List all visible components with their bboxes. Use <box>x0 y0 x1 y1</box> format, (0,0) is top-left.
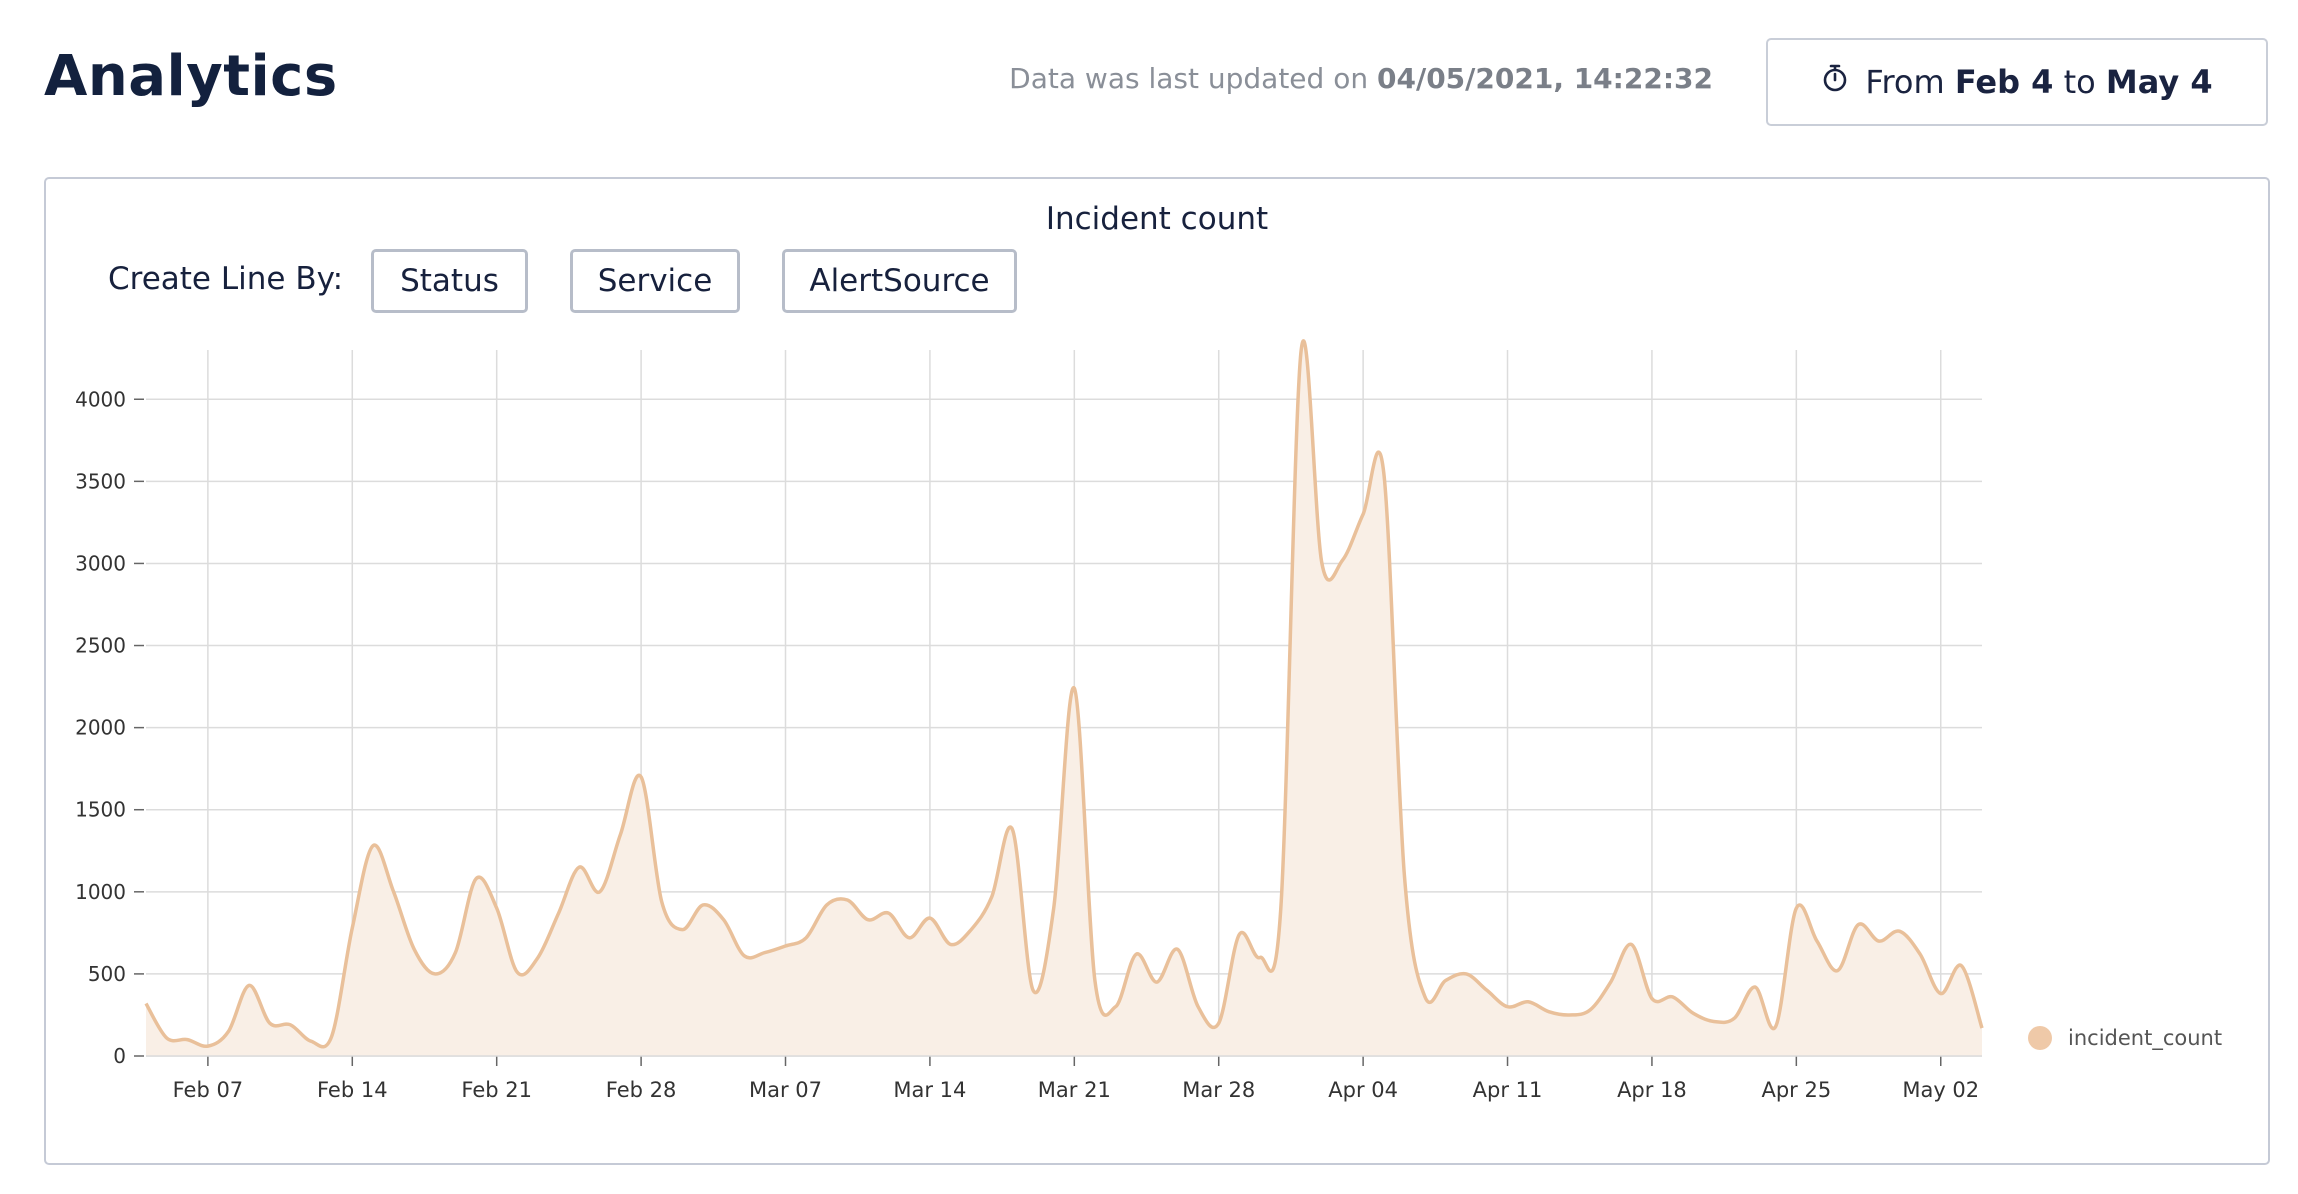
incident-chart-card: Incident count Create Line By: Status Se… <box>44 177 2270 1165</box>
last-updated-text: Data was last updated on 04/05/2021, 14:… <box>1009 62 1713 95</box>
stopwatch-icon <box>1821 63 1849 101</box>
date-range-label: From Feb 4 to May 4 <box>1865 63 2212 101</box>
last-updated-value: 04/05/2021, 14:22:32 <box>1377 62 1713 95</box>
range-end: May 4 <box>2105 63 2213 101</box>
create-line-label: Create Line By: <box>108 261 344 297</box>
last-updated-label: Data was last updated on <box>1009 62 1377 95</box>
range-prefix: From <box>1865 63 1955 101</box>
status-button[interactable]: Status <box>371 249 528 313</box>
service-button[interactable]: Service <box>570 249 740 313</box>
analytics-page: Analytics Data was last updated on 04/05… <box>0 0 2298 1194</box>
range-start: Feb 4 <box>1954 63 2054 101</box>
range-middle: to <box>2053 63 2106 101</box>
chart-title: Incident count <box>1045 201 1269 237</box>
alertsource-button[interactable]: AlertSource <box>782 249 1017 313</box>
page-title: Analytics <box>44 44 338 109</box>
date-range-button[interactable]: From Feb 4 to May 4 <box>1766 38 2268 126</box>
